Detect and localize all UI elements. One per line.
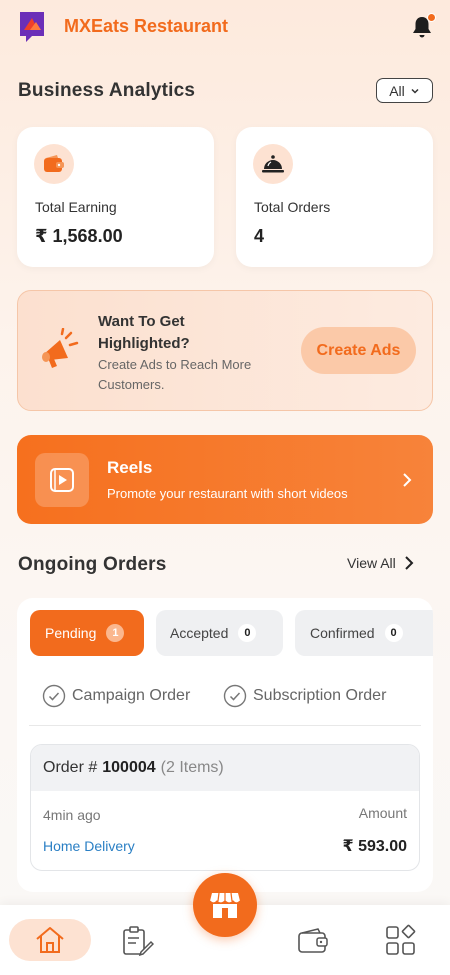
count-badge: 0 <box>384 624 403 642</box>
cloche-icon <box>253 144 293 184</box>
tab-pending[interactable]: Pending 1 <box>30 610 144 656</box>
view-all-label: View All <box>347 555 396 571</box>
nav-orders[interactable] <box>119 923 155 959</box>
nav-more[interactable] <box>383 923 419 959</box>
apps-grid-icon <box>386 924 416 955</box>
video-play-icon <box>35 453 89 507</box>
analytics-filter-dropdown[interactable]: All <box>376 78 433 103</box>
order-amount: ₹ 593.00 <box>342 838 407 855</box>
order-item-count: (2 Items) <box>160 759 224 776</box>
filter-value: All <box>389 82 405 99</box>
tab-confirmed[interactable]: Confirmed 0 <box>295 610 433 656</box>
store-icon <box>209 892 241 918</box>
megaphone-icon <box>42 328 79 368</box>
create-ads-banner: Want To Get Highlighted? Create Ads to R… <box>17 290 433 411</box>
app-title: MXEats Restaurant <box>64 16 229 36</box>
reels-banner[interactable]: Reels Promote your restaurant with short… <box>17 435 433 524</box>
nav-wallet[interactable] <box>295 923 331 959</box>
order-prefix: Order # <box>43 759 98 776</box>
ads-title: Want To Get Highlighted? <box>98 313 190 352</box>
nav-home[interactable] <box>9 919 91 961</box>
order-card[interactable]: Order # 100004 (2 Items) 4min ago Amount… <box>30 744 420 871</box>
tab-label: Accepted <box>170 625 229 641</box>
divider <box>29 725 421 726</box>
reels-subtitle: Promote your restaurant with short video… <box>107 486 348 501</box>
subscription-order-checkbox[interactable]: Subscription Order <box>223 684 386 708</box>
count-badge: 0 <box>238 624 257 642</box>
stat-label: Total Orders <box>254 199 331 215</box>
total-orders-card[interactable]: Total Orders 4 <box>236 127 433 267</box>
business-analytics-title: Business Analytics <box>18 80 196 101</box>
check-circle-icon <box>223 684 247 708</box>
count-badge: 1 <box>106 624 125 642</box>
chevron-down-icon <box>411 88 419 94</box>
tab-label: Confirmed <box>310 625 375 641</box>
clipboard-edit-icon <box>123 926 154 957</box>
store-fab-button[interactable] <box>193 873 257 937</box>
stat-value: ₹ 1,568.00 <box>35 226 123 246</box>
ongoing-orders-title: Ongoing Orders <box>18 554 167 575</box>
tab-accepted[interactable]: Accepted 0 <box>156 610 283 656</box>
tab-label: Pending <box>45 625 97 641</box>
wallet-icon <box>34 144 74 184</box>
checkbox-label: Campaign Order <box>72 687 191 704</box>
checkbox-label: Subscription Order <box>253 687 387 704</box>
create-ads-button[interactable]: Create Ads <box>301 327 416 374</box>
check-circle-icon <box>42 684 66 708</box>
home-icon <box>36 927 64 953</box>
ads-subtitle: Create Ads to Reach More Customers. <box>98 357 252 392</box>
notification-dot <box>427 13 436 22</box>
view-all-link[interactable]: View All <box>347 555 414 571</box>
amount-label: Amount <box>358 805 407 821</box>
reels-title: Reels <box>107 458 153 477</box>
app-header: MXEats Restaurant <box>0 0 450 60</box>
wallet-icon <box>298 928 328 953</box>
stat-label: Total Earning <box>35 199 117 215</box>
campaign-order-checkbox[interactable]: Campaign Order <box>42 684 190 708</box>
stat-value: 4 <box>254 226 265 246</box>
app-logo-icon <box>20 12 44 42</box>
order-time: 4min ago <box>43 807 101 823</box>
total-earning-card[interactable]: Total Earning ₹ 1,568.00 <box>17 127 214 267</box>
delivery-type: Home Delivery <box>43 838 135 854</box>
chevron-right-icon <box>403 473 412 487</box>
chevron-right-icon <box>405 556 414 570</box>
order-header: Order # 100004 (2 Items) <box>31 745 419 791</box>
order-number: 100004 <box>102 759 156 776</box>
ongoing-orders-panel: Pending 1 Accepted 0 Confirmed 0 Campaig… <box>17 598 433 892</box>
